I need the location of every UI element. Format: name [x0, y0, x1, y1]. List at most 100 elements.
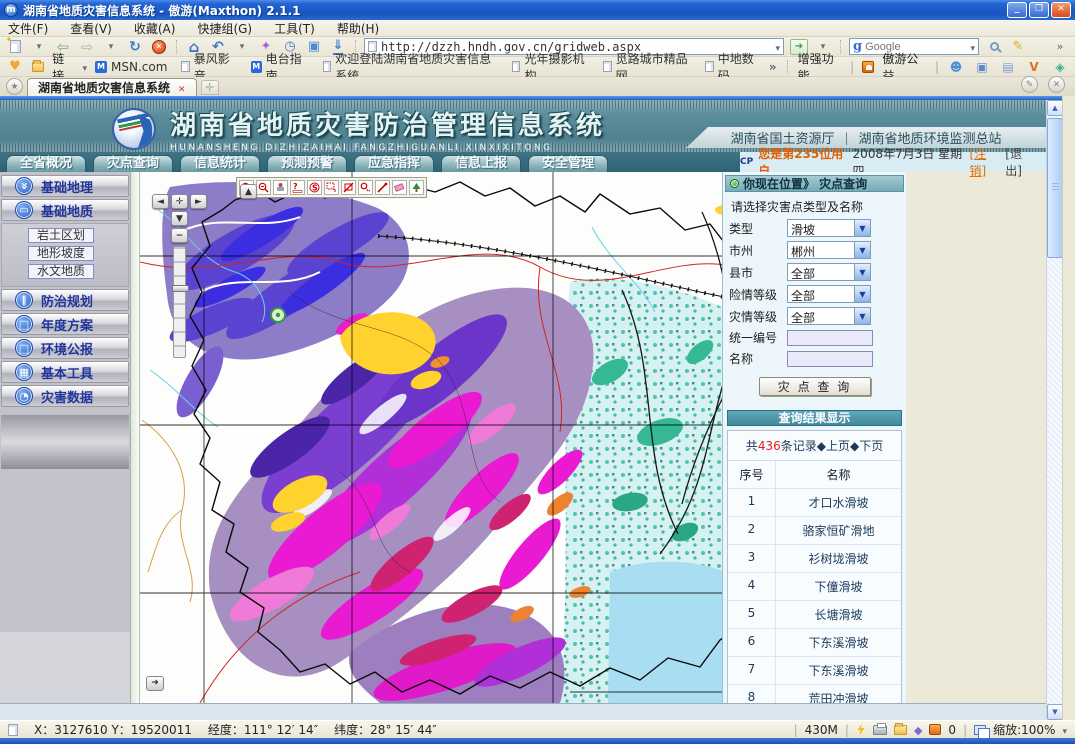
query-button[interactable]: 灾 点 查 询: [759, 377, 871, 396]
menu-item[interactable]: 帮助(H): [337, 20, 379, 37]
folder-icon[interactable]: [894, 725, 907, 735]
zoom-slider-thumb[interactable]: [172, 285, 189, 292]
select-arrow-icon[interactable]: [854, 242, 870, 258]
image-filter-icon[interactable]: [929, 724, 941, 735]
pan-up-button[interactable]: ▲: [240, 184, 257, 199]
menu-item[interactable]: 收藏(A): [134, 20, 176, 37]
sidebar-item[interactable]: 灾害数据: [1, 385, 129, 407]
result-row[interactable]: 1 才口水滑坡: [728, 489, 901, 517]
links-dropdown[interactable]: [82, 60, 87, 74]
star-button[interactable]: ★: [6, 78, 23, 95]
field-input[interactable]: [787, 330, 873, 346]
search-engine-dropdown[interactable]: [970, 40, 975, 54]
pages-icon[interactable]: [999, 58, 1017, 75]
select-arrow-icon[interactable]: [854, 286, 870, 302]
nav-tab[interactable]: 安全管理: [528, 155, 608, 172]
pan-down-button[interactable]: ▼: [171, 211, 188, 226]
tab-tools-button[interactable]: ✎: [1021, 76, 1038, 93]
sidebar-item[interactable]: 环境公报: [1, 337, 129, 359]
map-collapse-arrow-button[interactable]: [146, 676, 164, 691]
favorites-heart-icon[interactable]: [6, 58, 24, 75]
zoom-slider[interactable]: [173, 246, 186, 358]
messenger-icon[interactable]: [947, 58, 965, 75]
sidebar-sub-item[interactable]: 岩土区划: [28, 228, 94, 243]
links-overflow[interactable]: »: [769, 60, 777, 74]
clear-select-icon[interactable]: [341, 180, 356, 195]
select-rect-icon[interactable]: [324, 180, 339, 195]
gift-icon[interactable]: [1051, 58, 1069, 75]
sidebar-item[interactable]: 基础地质: [1, 199, 129, 221]
scrollbar-thumb[interactable]: [1047, 118, 1063, 258]
nav-tab[interactable]: 信息上报: [441, 155, 521, 172]
zoom-minus-button[interactable]: −: [171, 228, 188, 243]
highlight-button[interactable]: [1009, 38, 1027, 55]
zoom-level[interactable]: 缩放:100%: [993, 721, 1055, 738]
nav-tab[interactable]: 全省概况: [6, 155, 86, 172]
identify-icon[interactable]: [358, 180, 373, 195]
zoom-window-icon[interactable]: [974, 725, 986, 735]
sidebar-item[interactable]: 防治规划: [1, 289, 129, 311]
scroll-up-icon[interactable]: [1047, 100, 1063, 116]
result-row[interactable]: 4 下僮滑坡: [728, 573, 901, 601]
prev-page-link[interactable]: ◆上页: [817, 439, 850, 453]
full-extent-icon[interactable]: S: [307, 180, 322, 195]
sidebar-sub-item[interactable]: 水文地质: [28, 264, 94, 279]
zoom-out-icon[interactable]: [256, 180, 271, 195]
measure-icon[interactable]: ?: [290, 180, 305, 195]
pan-stamp-icon[interactable]: [273, 180, 288, 195]
sidebar-item[interactable]: 基础地理: [1, 175, 129, 197]
window-icon[interactable]: [973, 58, 991, 75]
zoom-plus-button[interactable]: ✛: [171, 194, 188, 209]
new-tab-button[interactable]: [6, 38, 24, 55]
menu-item[interactable]: 快捷组(G): [197, 20, 252, 37]
tab-close-all-button[interactable]: ✕: [1048, 76, 1065, 93]
v-paint-icon[interactable]: [1025, 58, 1043, 75]
field-select[interactable]: 全部: [787, 285, 871, 303]
nav-tab[interactable]: 信息统计: [180, 155, 260, 172]
result-row[interactable]: 7 下东溪滑坡: [728, 657, 901, 685]
restore-button[interactable]: ❐: [1029, 2, 1049, 18]
scroll-down-icon[interactable]: [1047, 704, 1063, 720]
zoom-dropdown-icon[interactable]: [1062, 723, 1067, 737]
toolbar-collapse-button[interactable]: [1051, 38, 1069, 55]
field-select[interactable]: 滑坡: [787, 219, 871, 237]
nav-tab[interactable]: 应急指挥: [354, 155, 434, 172]
menu-item[interactable]: 工具(T): [274, 20, 315, 37]
address-dropdown[interactable]: [775, 40, 780, 54]
result-row[interactable]: 6 下东溪滑坡: [728, 629, 901, 657]
link-item[interactable]: M MSN.com: [95, 60, 167, 74]
select-arrow-icon[interactable]: [854, 264, 870, 280]
active-tab[interactable]: 湖南省地质灾害信息系统: [27, 78, 197, 96]
draw-line-icon[interactable]: [375, 180, 390, 195]
nav-tab[interactable]: 灾点查询: [93, 155, 173, 172]
result-row[interactable]: 5 长塘滑坡: [728, 601, 901, 629]
field-select[interactable]: 郴州: [787, 241, 871, 259]
select-arrow-icon[interactable]: [854, 308, 870, 324]
printer-icon[interactable]: [873, 725, 887, 735]
menu-item[interactable]: 文件(F): [8, 20, 48, 37]
menu-item[interactable]: 查看(V): [70, 20, 112, 37]
select-arrow-icon[interactable]: [854, 220, 870, 236]
field-select[interactable]: 全部: [787, 307, 871, 325]
close-button[interactable]: ✕: [1051, 2, 1071, 18]
result-row[interactable]: 3 衫树垅滑坡: [728, 545, 901, 573]
next-page-link[interactable]: ◆下页: [850, 439, 883, 453]
field-input[interactable]: [787, 351, 873, 367]
search-button[interactable]: [985, 38, 1003, 55]
pan-left-button[interactable]: ◄: [152, 194, 169, 209]
nav-tab[interactable]: 预测预警: [267, 155, 347, 172]
legend-tree-icon[interactable]: [409, 180, 424, 195]
pan-right-button[interactable]: ►: [190, 194, 207, 209]
eraser-icon[interactable]: [392, 180, 407, 195]
lightning-icon[interactable]: [856, 724, 866, 736]
sidebar-item[interactable]: 年度方案: [1, 313, 129, 335]
page-scrollbar[interactable]: [1046, 100, 1062, 720]
new-tab-dropdown[interactable]: [30, 38, 48, 55]
tab-close-icon[interactable]: [178, 81, 186, 95]
new-tab-plus-button[interactable]: [201, 80, 219, 95]
diamond-icon[interactable]: [914, 723, 922, 737]
field-select[interactable]: 全部: [787, 263, 871, 281]
sidebar-sub-item[interactable]: 地形坡度: [28, 246, 94, 261]
sidebar-map-splitter[interactable]: [130, 172, 140, 703]
minimize-button[interactable]: _: [1007, 2, 1027, 18]
